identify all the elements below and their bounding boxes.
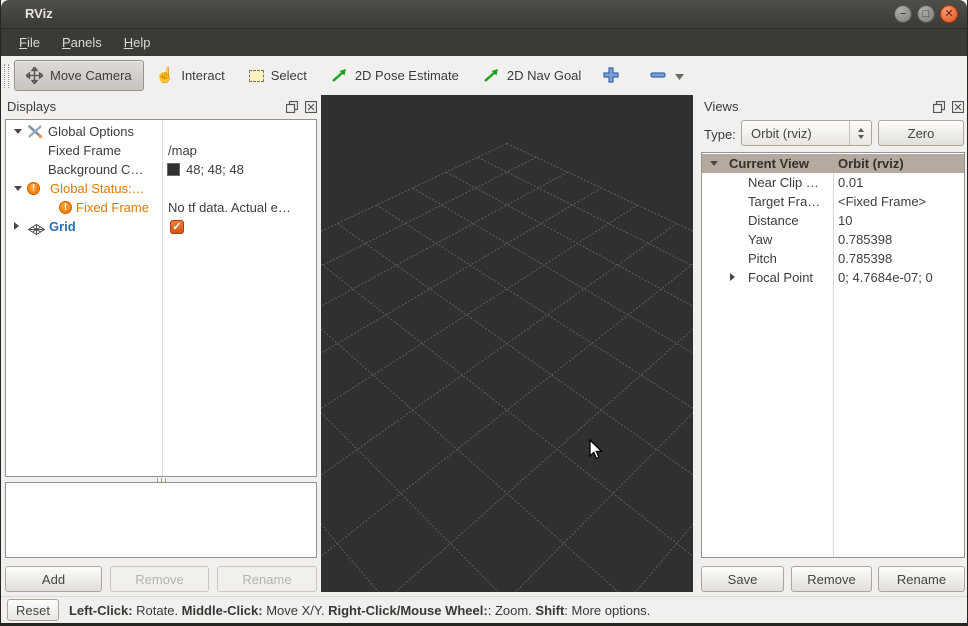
move-camera-tool-button[interactable]: Move Camera: [14, 60, 144, 91]
expander-open-icon[interactable]: [14, 129, 22, 134]
render-viewport[interactable]: [321, 95, 693, 592]
views-row-focal-point[interactable]: Focal Point 0; 4.7684e-07; 0: [702, 268, 964, 287]
nav-goal-tool-button[interactable]: 2D Nav Goal: [475, 61, 589, 90]
yaw-value[interactable]: 0.785398: [838, 230, 892, 249]
plus-icon: [603, 67, 620, 84]
display-description-box: [5, 482, 317, 558]
displays-panel-controls: [286, 100, 317, 118]
near-clip-value[interactable]: 0.01: [838, 173, 863, 192]
float-panel-icon[interactable]: [286, 100, 298, 118]
tree-row-fixed-frame[interactable]: Fixed Frame /map: [6, 141, 316, 160]
focal-point-value[interactable]: 0; 4.7684e-07; 0: [838, 268, 933, 287]
status-message: No tf data. Actual e…: [168, 198, 291, 217]
close-panel-icon[interactable]: [305, 100, 317, 118]
menubar: File Panels Help: [1, 29, 967, 56]
target-frame-value[interactable]: <Fixed Frame>: [838, 192, 926, 211]
views-tree: Current View Orbit (rviz) Near Clip … 0.…: [701, 152, 965, 558]
tree-row-grid[interactable]: Grid ✓: [6, 217, 316, 236]
interact-hand-icon: ☝: [156, 69, 175, 83]
expander-open-icon[interactable]: [14, 186, 22, 191]
statusbar-help-text: Left-Click: Rotate. Middle-Click: Move X…: [69, 603, 650, 618]
grid-3d: [321, 95, 693, 592]
expander-closed-icon[interactable]: [14, 222, 19, 230]
toolbar: Move Camera ☝ Interact Select 2D Pose Es…: [1, 56, 967, 95]
pose-estimate-tool-button[interactable]: 2D Pose Estimate: [323, 61, 467, 90]
interact-tool-button[interactable]: ☝ Interact: [148, 62, 233, 89]
window-title: RViz: [25, 6, 53, 21]
view-type-combobox[interactable]: Orbit (rviz): [741, 120, 872, 146]
tree-row-global-options[interactable]: Global Options: [6, 122, 316, 141]
warning-icon: !: [59, 201, 72, 214]
views-row-pitch[interactable]: Pitch 0.785398: [702, 249, 964, 268]
rviz-window: RViz − □ ✕ File Panels Help Move Camera …: [0, 0, 968, 626]
float-panel-icon[interactable]: [933, 100, 945, 118]
minimize-icon[interactable]: −: [894, 5, 912, 23]
menu-panels[interactable]: Panels: [51, 31, 113, 54]
save-view-button[interactable]: Save: [701, 566, 784, 592]
maximize-icon[interactable]: □: [917, 5, 935, 23]
window-controls: − □ ✕: [894, 5, 958, 23]
select-box-icon: [249, 70, 264, 82]
rename-view-button[interactable]: Rename: [878, 566, 965, 592]
remove-tool-button[interactable]: [642, 62, 692, 89]
chevron-down-icon: [675, 68, 684, 83]
mouse-cursor: [589, 439, 607, 461]
displays-tree: Global Options Fixed Frame /map Backgrou…: [5, 119, 317, 477]
grid-enabled-checkbox[interactable]: ✓: [170, 220, 184, 234]
grid-display-icon: [28, 221, 45, 240]
statusbar: Reset Left-Click: Rotate. Middle-Click: …: [1, 596, 967, 623]
color-swatch[interactable]: [167, 163, 180, 176]
add-tool-button[interactable]: [595, 61, 628, 90]
expander-closed-icon[interactable]: [730, 273, 735, 281]
background-color-value[interactable]: 48; 48; 48: [186, 160, 244, 179]
view-type-value: Orbit (rviz): [751, 126, 812, 141]
views-panel-title: Views: [704, 99, 738, 114]
close-icon[interactable]: ✕: [940, 5, 958, 23]
views-row-distance[interactable]: Distance 10: [702, 211, 964, 230]
nav-goal-label: 2D Nav Goal: [507, 68, 581, 83]
pitch-value[interactable]: 0.785398: [838, 249, 892, 268]
views-row-target-frame[interactable]: Target Fra… <Fixed Frame>: [702, 192, 964, 211]
views-row-yaw[interactable]: Yaw 0.785398: [702, 230, 964, 249]
displays-panel-title: Displays: [7, 99, 56, 114]
add-display-button[interactable]: Add: [5, 566, 102, 592]
move-camera-label: Move Camera: [50, 68, 132, 83]
tree-row-fixed-frame-status[interactable]: ! Fixed Frame No tf data. Actual e…: [6, 198, 316, 217]
titlebar[interactable]: RViz − □ ✕: [1, 0, 967, 29]
warning-icon: !: [27, 182, 40, 195]
move-camera-icon: [26, 67, 43, 84]
fixed-frame-value[interactable]: /map: [168, 141, 197, 160]
rename-display-button[interactable]: Rename: [217, 566, 317, 592]
views-row-current-view[interactable]: Current View Orbit (rviz): [702, 154, 964, 173]
tree-row-global-status[interactable]: ! Global Status:…: [6, 179, 316, 198]
remove-display-button[interactable]: Remove: [110, 566, 209, 592]
minus-icon: [650, 68, 666, 83]
menu-help[interactable]: Help: [113, 31, 162, 54]
spinner-arrows-icon[interactable]: [849, 121, 871, 145]
views-row-near-clip[interactable]: Near Clip … 0.01: [702, 173, 964, 192]
views-panel-controls: [933, 100, 964, 118]
pose-estimate-label: 2D Pose Estimate: [355, 68, 459, 83]
zero-button[interactable]: Zero: [878, 120, 964, 146]
remove-view-button[interactable]: Remove: [791, 566, 872, 592]
select-tool-button[interactable]: Select: [241, 62, 315, 89]
close-panel-icon[interactable]: [952, 100, 964, 118]
expander-open-icon[interactable]: [710, 161, 718, 166]
tree-row-background-color[interactable]: Background C… 48; 48; 48: [6, 160, 316, 179]
toolbar-drag-handle[interactable]: [4, 64, 9, 88]
interact-label: Interact: [181, 68, 224, 83]
select-label: Select: [271, 68, 307, 83]
menu-file[interactable]: File: [8, 31, 51, 54]
green-arrow-icon: [483, 67, 500, 84]
view-type-label: Type:: [704, 127, 736, 142]
reset-button[interactable]: Reset: [7, 599, 59, 621]
green-arrow-icon: [331, 67, 348, 84]
distance-value[interactable]: 10: [838, 211, 852, 230]
